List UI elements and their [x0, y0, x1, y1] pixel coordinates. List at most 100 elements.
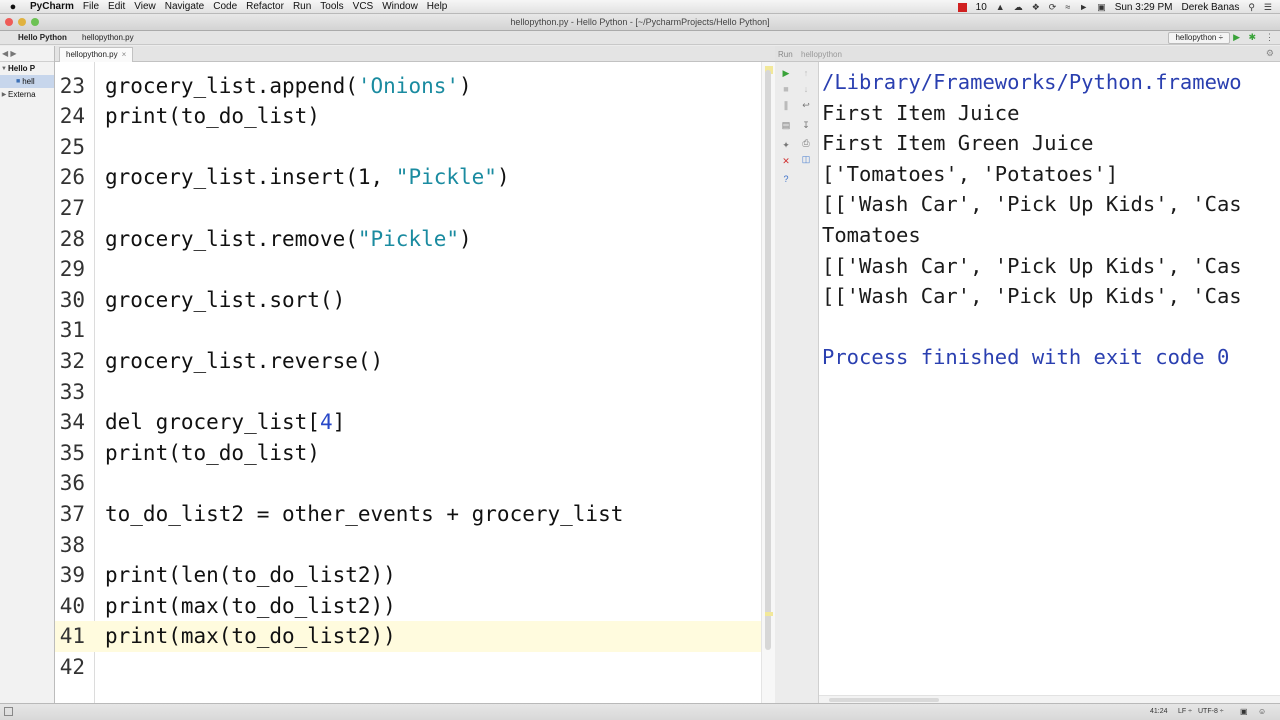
menu-file[interactable]: File — [83, 1, 108, 12]
menu-tools[interactable]: Tools — [320, 1, 352, 12]
close-tab-icon[interactable]: × — [122, 50, 127, 59]
console-horizontal-scrollbar[interactable] — [819, 695, 1280, 703]
menu-refactor[interactable]: Refactor — [246, 1, 293, 12]
tree-item-file[interactable]: ■ hell — [0, 75, 54, 88]
spotlight-icon[interactable]: ⚲ — [1248, 2, 1255, 13]
editor-vertical-scrollbar[interactable] — [761, 62, 775, 703]
code-line[interactable]: 32 grocery_list.reverse() — [55, 346, 761, 377]
code-line[interactable]: 38 — [55, 530, 761, 561]
menu-edit[interactable]: Edit — [108, 1, 134, 12]
rerun-icon[interactable]: ▶ — [779, 68, 793, 79]
file-encoding[interactable]: UTF-8 ÷ — [1198, 708, 1224, 715]
code-line[interactable]: 34 del grocery_list[4] — [55, 407, 761, 438]
dropbox-icon[interactable]: ❖ — [1032, 2, 1040, 13]
code-line[interactable]: 29 — [55, 254, 761, 285]
pin-icon[interactable]: ✦ — [779, 140, 793, 151]
code-line[interactable]: 22 — [55, 62, 761, 71]
line-number: 28 — [59, 226, 85, 251]
run-configuration-select[interactable]: hellopython ÷ — [1168, 32, 1230, 44]
code-text: del grocery_list[4] — [105, 410, 346, 435]
stop-icon[interactable]: ■ — [779, 84, 793, 94]
code-line[interactable]: 28 grocery_list.remove("Pickle") — [55, 224, 761, 255]
code-line[interactable]: 23 grocery_list.append('Onions') — [55, 71, 761, 102]
clock[interactable]: Sun 3:29 PM — [1115, 2, 1173, 13]
code-line[interactable]: 40 print(max(to_do_list2)) — [55, 591, 761, 622]
clear-icon[interactable]: ◫ — [799, 154, 813, 165]
scroll-up-icon[interactable]: ↑ — [799, 68, 813, 78]
wifi-icon[interactable]: ≈ — [1065, 2, 1070, 12]
back-icon[interactable]: ◀ — [2, 49, 8, 58]
breadcrumb-file[interactable]: hellopython.py — [78, 33, 138, 42]
tree-item-external-libraries[interactable]: ▶ Externa — [0, 88, 54, 101]
editor-tab-hellopython[interactable]: hellopython.py × — [59, 47, 134, 62]
layout-icon[interactable]: ▤ — [779, 120, 793, 131]
volume-icon[interactable]: ► — [1079, 2, 1088, 12]
line-number: 37 — [59, 502, 85, 526]
expand-caret-icon[interactable]: ▼ — [0, 66, 8, 72]
pause-icon[interactable]: ❚ — [779, 100, 793, 111]
apple-logo-icon[interactable]: ● — [0, 1, 26, 13]
more-icon[interactable]: ⋮ — [1265, 32, 1274, 43]
run-tab-hellopython[interactable]: hellopython — [801, 50, 842, 59]
inspector-face-icon[interactable]: ☺ — [1258, 707, 1266, 716]
menu-run[interactable]: Run — [293, 1, 320, 12]
line-number: 25 — [59, 134, 85, 159]
line-number: 38 — [59, 532, 85, 557]
bell-icon[interactable]: ▲ — [996, 2, 1005, 12]
notification-list-icon[interactable]: ☰ — [1264, 2, 1272, 13]
code-line[interactable]: 27 — [55, 193, 761, 224]
menu-navigate[interactable]: Navigate — [165, 1, 213, 12]
run-icon[interactable]: ▶ — [1233, 32, 1240, 43]
menu-view[interactable]: View — [134, 1, 165, 12]
scroll-to-end-icon[interactable]: ↧ — [799, 120, 813, 131]
status-bar: 41:24 LF ÷ UTF-8 ÷ ▣ ☺ — [0, 703, 1280, 720]
code-line[interactable]: 36 — [55, 468, 761, 499]
editor-scroll-thumb[interactable] — [765, 70, 771, 650]
code-text: print(to_do_list) — [105, 440, 320, 465]
menu-pycharm[interactable]: PyCharm — [26, 1, 83, 12]
run-console[interactable]: /Library/Frameworks/Python.framewo First … — [819, 62, 1280, 703]
code-line[interactable]: 42 — [55, 652, 761, 683]
display-icon[interactable]: ▣ — [1097, 2, 1106, 13]
collapse-caret-icon[interactable]: ▶ — [0, 91, 8, 98]
menu-bar: ● PyCharm File Edit View Navigate Code R… — [0, 0, 1280, 14]
python-file-icon: ■ — [16, 78, 21, 85]
code-line[interactable]: 35 print(to_do_list) — [55, 438, 761, 469]
breadcrumb-project[interactable]: Hello Python — [14, 33, 71, 42]
code-line[interactable]: 25 — [55, 132, 761, 163]
code-line[interactable]: 39 print(len(to_do_list2)) — [55, 560, 761, 591]
user-name[interactable]: Derek Banas — [1182, 2, 1240, 13]
record-icon[interactable] — [957, 2, 967, 12]
caret-position[interactable]: 41:24 — [1150, 708, 1168, 715]
cloud-icon[interactable]: ☁ — [1014, 2, 1023, 13]
code-line[interactable]: 41 print(max(to_do_list2)) — [55, 621, 761, 652]
line-number: 35 — [59, 440, 85, 465]
current-line-marker[interactable] — [765, 612, 773, 616]
soft-wrap-icon[interactable]: ↩ — [799, 100, 813, 111]
sync-icon[interactable]: ⟳ — [1049, 2, 1057, 13]
badge-count[interactable]: 10 — [976, 2, 987, 13]
toolwindow-toggle-icon[interactable] — [4, 707, 13, 716]
close-run-icon[interactable]: ✕ — [779, 156, 793, 167]
forward-icon[interactable]: ▶ — [10, 49, 16, 58]
lock-icon[interactable]: ▣ — [1240, 707, 1248, 716]
menu-code[interactable]: Code — [213, 1, 246, 12]
code-line[interactable]: 33 — [55, 377, 761, 408]
debug-icon[interactable]: ✱ — [1248, 32, 1256, 43]
code-line[interactable]: 30 grocery_list.sort() — [55, 285, 761, 316]
gear-icon[interactable]: ⚙ — [1266, 48, 1274, 59]
menu-vcs[interactable]: VCS — [353, 1, 383, 12]
code-line[interactable]: 24 print(to_do_list) — [55, 101, 761, 132]
code-editor[interactable]: 22 23 grocery_list.append('Onions') 24 print… — [55, 62, 775, 703]
help-icon[interactable]: ? — [779, 174, 793, 184]
line-separator[interactable]: LF ÷ — [1178, 708, 1192, 715]
console-scroll-thumb[interactable] — [829, 698, 939, 702]
code-line[interactable]: 31 — [55, 315, 761, 346]
menu-help[interactable]: Help — [427, 1, 457, 12]
tree-item-project[interactable]: ▼ Hello P — [0, 62, 54, 75]
scroll-down-icon[interactable]: ↓ — [799, 84, 813, 94]
code-line[interactable]: 26 grocery_list.insert(1, "Pickle") — [55, 162, 761, 193]
code-line[interactable]: 37 to_do_list2 = other_events + grocery_l… — [55, 499, 761, 530]
menu-window[interactable]: Window — [382, 1, 427, 12]
print-icon[interactable]: ⎙ — [799, 138, 813, 149]
